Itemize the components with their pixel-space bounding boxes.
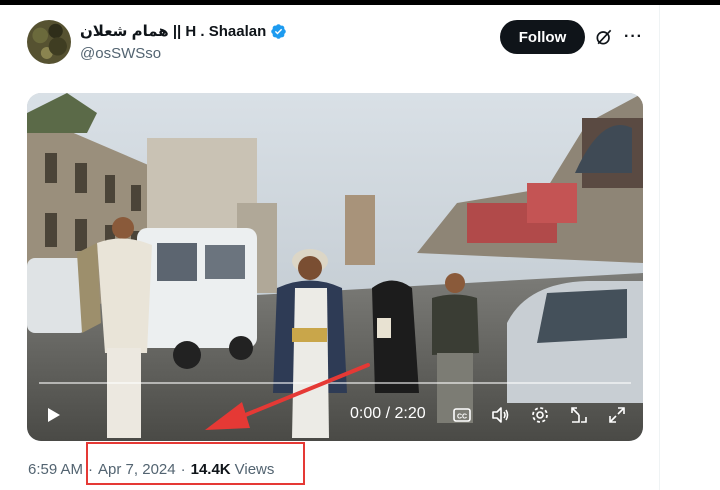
- fullscreen-icon[interactable]: [607, 405, 627, 425]
- video-progress-track[interactable]: [39, 382, 631, 384]
- avatar[interactable]: [27, 20, 71, 64]
- more-icon[interactable]: ···: [624, 29, 642, 45]
- verified-badge-icon: [271, 23, 287, 39]
- author-handle[interactable]: @osSWSso: [80, 45, 161, 62]
- video-controls: 0:00 / 2:20 CC: [27, 393, 643, 437]
- video-frame: [27, 93, 643, 441]
- pip-icon[interactable]: [569, 405, 589, 425]
- captions-icon[interactable]: CC: [452, 405, 472, 425]
- annotation-highlight-box: [86, 442, 305, 485]
- settings-icon[interactable]: [530, 405, 550, 425]
- volume-icon[interactable]: [490, 405, 510, 425]
- author-display-name[interactable]: همام شعلان || H . Shaalan: [80, 22, 266, 40]
- video-player[interactable]: 0:00 / 2:20 CC: [27, 93, 643, 441]
- follow-button[interactable]: Follow: [500, 20, 585, 54]
- video-time: 0:00 / 2:20: [350, 405, 426, 422]
- svg-text:CC: CC: [457, 414, 467, 421]
- column-divider: [659, 5, 660, 490]
- tweet-time[interactable]: 6:59 AM: [28, 461, 83, 478]
- play-icon[interactable]: [43, 405, 63, 425]
- top-bar: [0, 0, 720, 5]
- grok-icon[interactable]: [594, 27, 614, 47]
- author-name-row[interactable]: همام شعلان || H . Shaalan: [80, 22, 287, 40]
